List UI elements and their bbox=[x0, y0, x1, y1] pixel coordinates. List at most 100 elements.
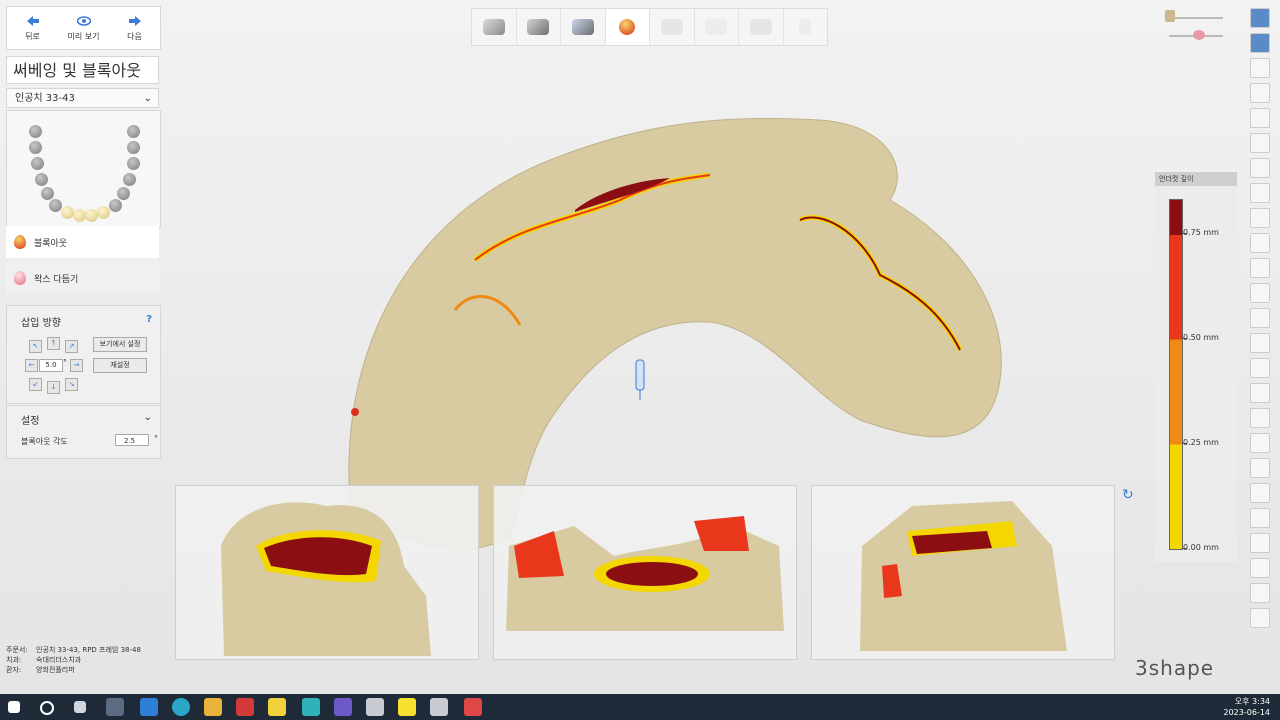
layer-3-icon[interactable] bbox=[1250, 158, 1270, 178]
layer-4-icon[interactable] bbox=[1250, 183, 1270, 203]
model-icon[interactable] bbox=[1250, 358, 1270, 378]
layer-1-icon[interactable] bbox=[1250, 108, 1270, 128]
tooth-18[interactable] bbox=[29, 125, 42, 138]
tool-step-6[interactable] bbox=[695, 9, 739, 45]
tool-step-5[interactable] bbox=[650, 9, 695, 45]
tool-step-8[interactable] bbox=[784, 9, 828, 45]
tooth-23[interactable] bbox=[109, 199, 122, 212]
arrow-left-icon bbox=[26, 15, 39, 26]
shell-icon[interactable] bbox=[1250, 483, 1270, 503]
left-view-panel[interactable] bbox=[811, 485, 1115, 660]
app-red-icon[interactable] bbox=[236, 698, 254, 716]
tool-step-2[interactable] bbox=[517, 9, 561, 45]
screenshot-icon[interactable] bbox=[1250, 583, 1270, 603]
dental-app-2-icon[interactable] bbox=[430, 698, 448, 716]
fullscreen-icon[interactable] bbox=[1250, 33, 1270, 53]
chevron-down-icon[interactable]: ⌄ bbox=[144, 412, 152, 423]
reset-button[interactable]: 재설정 bbox=[93, 358, 147, 373]
ring-icon[interactable] bbox=[1250, 258, 1270, 278]
windows-icon[interactable] bbox=[8, 701, 20, 713]
right-view-panel[interactable] bbox=[175, 485, 479, 660]
wax-icon bbox=[14, 271, 26, 285]
tooth-13[interactable] bbox=[49, 199, 62, 212]
store-icon[interactable] bbox=[106, 698, 124, 716]
step-blockout[interactable]: 블록아웃 bbox=[6, 226, 159, 258]
angle-input[interactable]: 5.0 bbox=[39, 359, 63, 372]
tooth-15[interactable] bbox=[35, 173, 48, 186]
project-dropdown[interactable]: 인공치 33-43 ⌄ bbox=[6, 88, 159, 108]
section-icon[interactable] bbox=[1250, 333, 1270, 353]
undercut-legend: 언더컷 깊이 0.75 mm 0.50 mm 0.25 mm 0.00 mm bbox=[1155, 172, 1237, 562]
blockout-angle-label: 블록아웃 각도 bbox=[21, 437, 68, 446]
clinic-value: 숙대리더스치과 bbox=[36, 656, 82, 664]
next-button[interactable]: 다음 bbox=[109, 7, 160, 49]
back-button[interactable]: 뒤로 bbox=[7, 7, 58, 49]
tilt-down-right-button[interactable]: ↘ bbox=[65, 378, 78, 391]
plane-icon[interactable] bbox=[1250, 558, 1270, 578]
tooth-27[interactable] bbox=[127, 141, 140, 154]
sculpt-icon[interactable] bbox=[1250, 208, 1270, 228]
measure-icon[interactable] bbox=[1250, 308, 1270, 328]
task-view-icon[interactable] bbox=[74, 701, 86, 713]
shield-icon[interactable] bbox=[1250, 508, 1270, 528]
step-wax-trim[interactable]: 왁스 다듬기 bbox=[6, 262, 159, 294]
tilt-down-button[interactable]: ↓ bbox=[47, 381, 60, 394]
sphere-icon[interactable] bbox=[1250, 383, 1270, 403]
order-value: 인공치 33-43, RPD 프레임 38-48 bbox=[36, 646, 141, 654]
box-icon[interactable] bbox=[1250, 433, 1270, 453]
insertion-direction-probe[interactable] bbox=[635, 359, 645, 400]
axis-icon[interactable] bbox=[1250, 533, 1270, 553]
set-from-view-button[interactable]: 보기에서 설정 bbox=[93, 337, 147, 352]
color-wheel-icon[interactable] bbox=[1250, 608, 1270, 628]
preview-button[interactable]: 미리 보기 bbox=[58, 7, 109, 49]
help-icon[interactable]: ? bbox=[146, 314, 152, 325]
tooth-17[interactable] bbox=[29, 141, 42, 154]
knife-icon[interactable] bbox=[1250, 233, 1270, 253]
tool-step-3[interactable] bbox=[561, 9, 606, 45]
sticky-notes-icon[interactable] bbox=[268, 698, 286, 716]
edge-icon[interactable] bbox=[172, 698, 190, 716]
mail-icon[interactable] bbox=[140, 698, 158, 716]
tooth-25[interactable] bbox=[123, 173, 136, 186]
folder-icon[interactable] bbox=[204, 698, 222, 716]
tooth-26[interactable] bbox=[127, 157, 140, 170]
tilt-left-button[interactable]: ← bbox=[25, 359, 38, 372]
tooth-16[interactable] bbox=[31, 157, 44, 170]
reset-view-icon[interactable]: ↻ bbox=[1122, 487, 1134, 503]
tilt-up-button[interactable]: ↑ bbox=[47, 337, 60, 350]
tooth-28[interactable] bbox=[127, 125, 140, 138]
tooth-33[interactable] bbox=[61, 206, 74, 219]
app-teal-icon[interactable] bbox=[302, 698, 320, 716]
model-opacity-slider[interactable] bbox=[1165, 10, 1223, 24]
workflow-toolbar bbox=[471, 8, 828, 46]
tooth-43[interactable] bbox=[97, 206, 110, 219]
shape-icon[interactable] bbox=[1250, 283, 1270, 303]
blue-model-icon[interactable] bbox=[1250, 458, 1270, 478]
kakao-icon[interactable] bbox=[398, 698, 416, 716]
tooth-chart[interactable] bbox=[6, 110, 161, 228]
cone-icon[interactable] bbox=[1250, 408, 1270, 428]
export-icon bbox=[799, 19, 812, 35]
system-clock[interactable]: 오후 3:34 2023-06-14 bbox=[1224, 696, 1271, 718]
tooth-24[interactable] bbox=[117, 187, 130, 200]
graduation-cap-icon[interactable] bbox=[1250, 83, 1270, 103]
gum-opacity-slider[interactable] bbox=[1165, 28, 1223, 42]
tool-step-7[interactable] bbox=[739, 9, 784, 45]
front-view-panel[interactable] bbox=[493, 485, 797, 660]
tilt-right-button[interactable]: → bbox=[70, 359, 83, 372]
tilt-down-left-button[interactable]: ↙ bbox=[29, 378, 42, 391]
tooth-14[interactable] bbox=[41, 187, 54, 200]
view-rotate-icon[interactable] bbox=[1250, 58, 1270, 78]
dental-app-icon[interactable] bbox=[366, 698, 384, 716]
tilt-up-right-button[interactable]: ↗ bbox=[65, 340, 78, 353]
close-icon[interactable] bbox=[1250, 8, 1270, 28]
order-label: 주문서: bbox=[6, 646, 28, 654]
tool-step-4-active[interactable] bbox=[605, 9, 650, 45]
app-purple-icon[interactable] bbox=[334, 698, 352, 716]
blockout-angle-input[interactable]: 2.5 bbox=[115, 434, 149, 446]
tool-step-1[interactable] bbox=[472, 9, 517, 45]
layer-2-icon[interactable] bbox=[1250, 133, 1270, 153]
app-active-icon[interactable] bbox=[464, 698, 482, 716]
tilt-up-left-button[interactable]: ↖ bbox=[29, 340, 42, 353]
search-icon[interactable] bbox=[40, 701, 54, 715]
